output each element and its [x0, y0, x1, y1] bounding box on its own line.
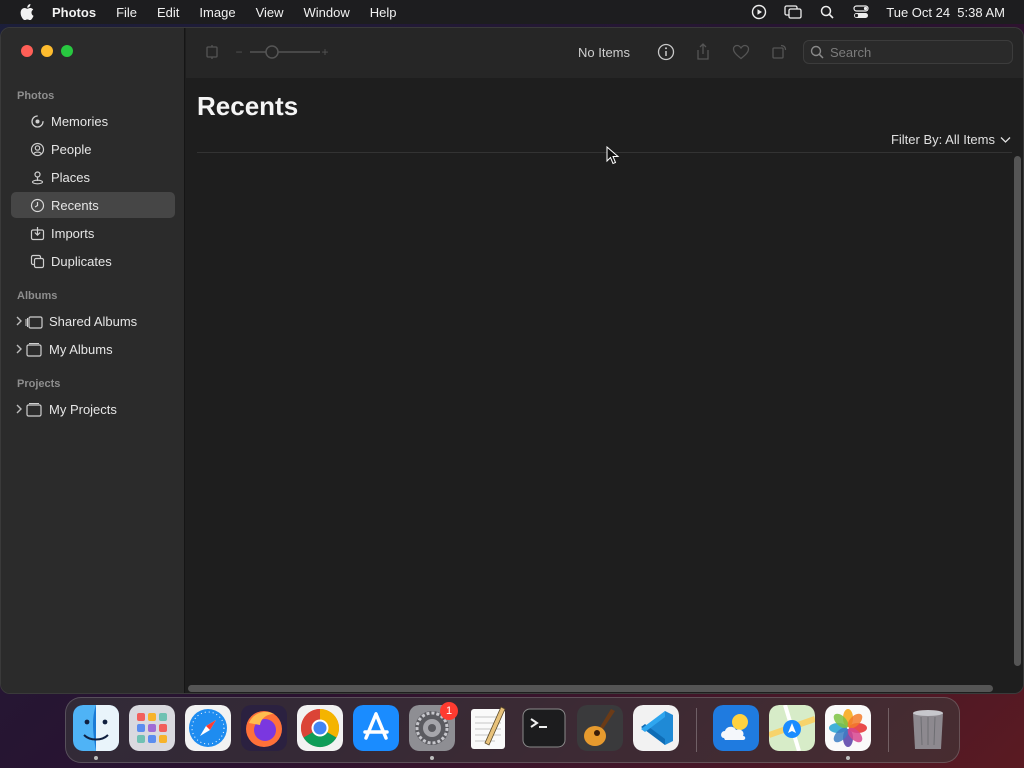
launchpad-icon[interactable]	[129, 705, 175, 751]
shared-album-icon	[25, 313, 43, 329]
minimize-window-button[interactable]	[41, 45, 53, 57]
close-window-button[interactable]	[21, 45, 33, 57]
sidebar-item-label: Recents	[51, 197, 99, 213]
search-field[interactable]: Search	[803, 40, 1013, 64]
divider	[197, 152, 1012, 153]
trash-icon[interactable]	[905, 705, 951, 751]
firefox-icon[interactable]	[241, 705, 287, 751]
menu-file[interactable]: File	[116, 5, 137, 20]
search-icon	[810, 45, 824, 59]
running-indicator	[430, 756, 434, 760]
chevron-right-icon[interactable]	[15, 343, 23, 355]
person-icon	[29, 141, 45, 157]
item-count-status: No Items	[578, 45, 631, 60]
clock-icon	[29, 197, 45, 213]
chrome-icon[interactable]	[297, 705, 343, 751]
control-center-icon[interactable]	[852, 4, 870, 20]
clock-datetime[interactable]: Tue Oct 24 5:38 AM	[886, 5, 1005, 20]
sidebar-item-imports[interactable]: Imports	[11, 220, 175, 246]
toolbar: − + No Items Search	[186, 28, 1023, 78]
menu-window[interactable]: Window	[304, 5, 350, 20]
main-content: Recents Filter By: All Items	[186, 78, 1023, 693]
dock-separator	[696, 708, 697, 752]
memories-icon	[29, 113, 45, 129]
menu-edit[interactable]: Edit	[157, 5, 179, 20]
vertical-scrollbar[interactable]	[1014, 156, 1021, 666]
sidebar-item-label: My Projects	[49, 401, 117, 417]
rotate-icon[interactable]	[203, 43, 221, 61]
photos-app-icon[interactable]	[825, 705, 871, 751]
folder-icon	[25, 341, 43, 357]
sidebar-item-label: Places	[51, 169, 91, 185]
menu-view[interactable]: View	[256, 5, 284, 20]
filter-label: Filter By: All Items	[890, 132, 995, 147]
safari-icon[interactable]	[185, 705, 231, 751]
sidebar-item-label: Memories	[51, 113, 109, 129]
sidebar-item-label: People	[51, 141, 92, 157]
sidebar-item-label: My Albums	[49, 341, 113, 357]
sidebar-item-recents[interactable]: Recents	[11, 192, 175, 218]
menu-image[interactable]: Image	[199, 5, 235, 20]
sidebar: Photos Memories People Places Recents Im…	[1, 28, 185, 693]
dock-separator	[888, 708, 889, 752]
chevron-down-icon	[1000, 132, 1011, 147]
duplicates-icon	[29, 253, 45, 269]
screen-mirroring-icon[interactable]	[784, 4, 802, 20]
filter-dropdown[interactable]: Filter By: All Items	[891, 132, 1011, 147]
mouse-pointer-icon	[606, 145, 620, 166]
sidebar-item-my-albums[interactable]: My Albums	[11, 336, 175, 362]
dock: 1	[65, 697, 960, 763]
finder-icon[interactable]	[73, 705, 119, 751]
section-title-photos: Photos	[17, 90, 55, 102]
chevron-right-icon[interactable]	[15, 403, 23, 415]
sidebar-item-my-projects[interactable]: My Projects	[11, 396, 175, 422]
pin-icon	[29, 169, 45, 185]
photos-window: Photos Memories People Places Recents Im…	[0, 27, 1024, 694]
page-title: Recents	[197, 91, 299, 121]
sidebar-item-memories[interactable]: Memories	[11, 108, 175, 134]
heart-favorite-icon[interactable]	[731, 42, 751, 62]
zoom-in-button[interactable]: +	[320, 43, 330, 61]
app-store-icon[interactable]	[353, 705, 399, 751]
menu-app-name[interactable]: Photos	[52, 5, 96, 20]
sidebar-item-label: Shared Albums	[49, 313, 138, 329]
screen-recording-icon[interactable]	[750, 4, 768, 20]
share-button-icon[interactable]	[693, 42, 713, 62]
section-title-albums: Albums	[17, 290, 58, 302]
maximize-window-button[interactable]	[61, 45, 73, 57]
rotate-photo-icon[interactable]	[769, 42, 789, 62]
sidebar-item-label: Imports	[51, 225, 95, 241]
import-icon	[29, 225, 45, 241]
zoom-slider[interactable]	[248, 43, 322, 61]
folder-icon	[25, 401, 43, 417]
running-indicator	[846, 756, 850, 760]
running-indicator	[94, 756, 98, 760]
sidebar-item-places[interactable]: Places	[11, 164, 175, 190]
zoom-out-button[interactable]: −	[234, 43, 244, 61]
info-button-icon[interactable]	[656, 42, 676, 62]
weather-icon[interactable]	[713, 705, 759, 751]
horizontal-scrollbar[interactable]	[188, 685, 993, 692]
menu-bar: Photos File Edit Image View Window Help …	[0, 0, 1024, 24]
garageband-icon[interactable]	[577, 705, 623, 751]
vscode-icon[interactable]	[633, 705, 679, 751]
sidebar-item-label: Duplicates	[51, 253, 112, 269]
spotlight-search-icon[interactable]	[818, 4, 836, 20]
apple-menu-icon[interactable]	[19, 4, 35, 20]
search-placeholder: Search	[830, 44, 872, 60]
maps-icon[interactable]	[769, 705, 815, 751]
notification-badge: 1	[440, 702, 458, 720]
chevron-right-icon[interactable]	[15, 315, 23, 327]
sidebar-item-people[interactable]: People	[11, 136, 175, 162]
textedit-icon[interactable]	[465, 705, 511, 751]
sidebar-item-shared-albums[interactable]: Shared Albums	[11, 308, 175, 334]
terminal-icon[interactable]	[521, 705, 567, 751]
sidebar-item-duplicates[interactable]: Duplicates	[11, 248, 175, 274]
menu-help[interactable]: Help	[370, 5, 397, 20]
section-title-projects: Projects	[17, 378, 61, 390]
